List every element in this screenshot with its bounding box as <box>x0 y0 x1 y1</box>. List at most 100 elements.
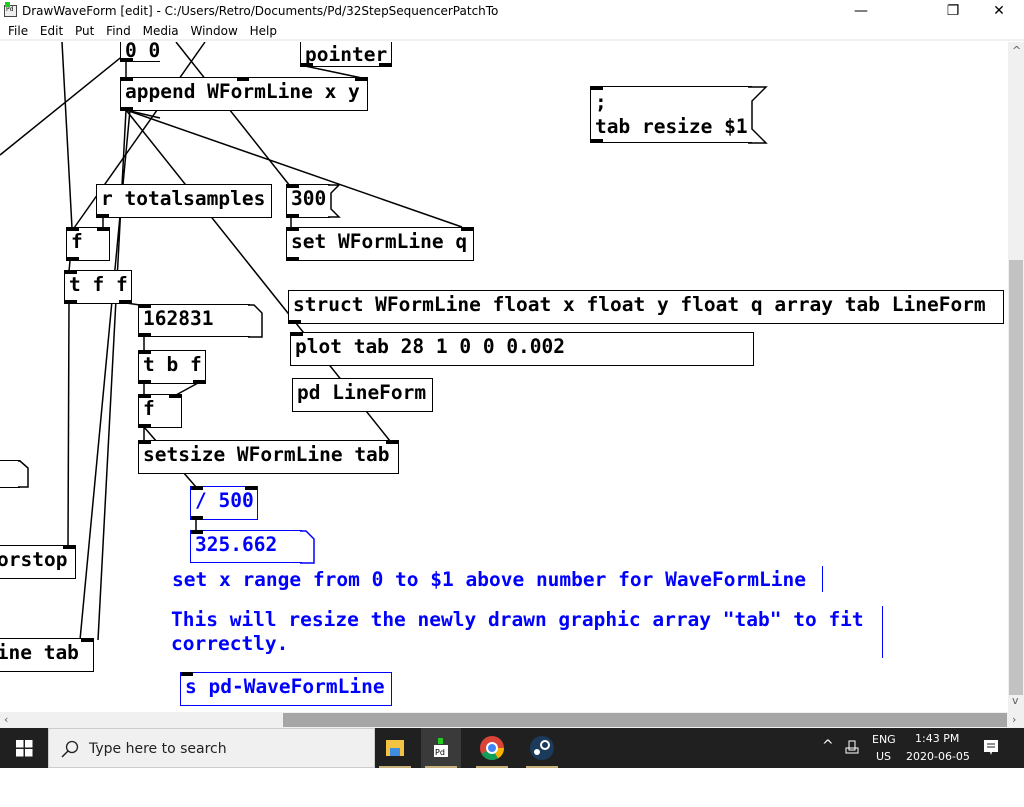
object-f[interactable]: f <box>66 227 110 261</box>
show-hidden-icons-icon[interactable]: ^ <box>822 738 834 754</box>
pure-data-taskbar-icon[interactable]: Pd <box>421 728 461 768</box>
patch-canvas[interactable]: 0 0 pointer append WFormLine x y ; tab re… <box>0 42 1008 712</box>
outlet[interactable] <box>289 320 301 324</box>
language-indicator[interactable]: ENG <box>872 733 896 746</box>
language-region[interactable]: US <box>876 750 891 763</box>
object-send-wformline[interactable]: s pd-WaveFormLine <box>180 672 392 706</box>
taskbar-search-box[interactable]: Type here to search <box>48 728 375 768</box>
object-f[interactable]: f <box>138 394 182 428</box>
object-orstop[interactable]: orstop <box>0 545 76 579</box>
horizontal-scroll-thumb[interactable] <box>283 713 1007 727</box>
object-divide-500[interactable]: / 500 <box>190 486 258 520</box>
inlet[interactable] <box>63 545 75 549</box>
close-button[interactable]: ✕ <box>976 0 1022 22</box>
file-explorer-icon[interactable] <box>375 728 415 768</box>
object-text: s pd-WaveFormLine <box>185 675 385 698</box>
inlet[interactable] <box>237 77 249 81</box>
inlet[interactable] <box>67 227 79 231</box>
inlet[interactable] <box>355 77 367 81</box>
inlet[interactable] <box>139 304 151 308</box>
inlet[interactable] <box>97 227 109 231</box>
object-plot[interactable]: plot tab 28 1 0 0 0.002 <box>290 332 754 366</box>
comment-range[interactable]: set x range from 0 to $1 above number fo… <box>172 568 806 592</box>
message-box[interactable]: 0 0 <box>120 42 160 62</box>
inlet[interactable] <box>81 638 93 642</box>
inlet[interactable] <box>65 270 77 274</box>
message-line: ; <box>595 91 607 114</box>
number-box-162831[interactable]: 162831 <box>138 304 250 337</box>
clock-date[interactable]: 2020-06-05 <box>906 750 970 763</box>
outlet[interactable] <box>121 58 133 62</box>
vertical-scroll-thumb[interactable] <box>1009 260 1023 695</box>
message-tab-resize[interactable]: ; tab resize $1 <box>590 86 752 143</box>
vertical-scrollbar[interactable]: ^ v <box>1008 42 1024 712</box>
object-r-totalsamples[interactable]: r totalsamples <box>96 184 272 218</box>
object-pointer[interactable]: pointer <box>300 42 392 67</box>
comment-width-handle[interactable] <box>822 566 823 592</box>
outlet[interactable] <box>591 139 603 143</box>
inlet[interactable] <box>181 672 193 676</box>
outlet[interactable] <box>301 63 313 67</box>
comment-resize[interactable]: This will resize the newly drawn graphic… <box>171 608 864 656</box>
inlet[interactable] <box>139 350 151 354</box>
menu-file[interactable]: File <box>8 22 28 41</box>
outlet[interactable] <box>65 300 77 304</box>
scroll-right-icon[interactable]: › <box>1012 713 1016 726</box>
outlet[interactable] <box>287 214 299 218</box>
menu-put[interactable]: Put <box>75 22 94 41</box>
object-pd-lineform[interactable]: pd LineForm <box>292 378 433 412</box>
menu-media[interactable]: Media <box>143 22 179 41</box>
inlet[interactable] <box>139 440 151 444</box>
minimize-button[interactable]: — <box>838 0 884 22</box>
comment-width-handle[interactable] <box>882 606 883 658</box>
horizontal-scrollbar[interactable]: ‹ › <box>0 712 1024 728</box>
object-set-wformline-q[interactable]: set WFormLine q <box>286 227 474 261</box>
outlet[interactable] <box>139 424 151 428</box>
outlet[interactable] <box>139 333 151 337</box>
outlet[interactable] <box>121 107 133 111</box>
message-300[interactable]: 300 <box>286 184 330 218</box>
outlet[interactable] <box>119 300 131 304</box>
object-append[interactable]: append WFormLine x y <box>120 77 368 111</box>
outlet[interactable] <box>193 380 205 384</box>
outlet[interactable] <box>287 257 299 261</box>
clock-time[interactable]: 1:43 PM <box>915 732 959 745</box>
object-t-f-f[interactable]: t f f <box>64 270 132 304</box>
scroll-up-icon[interactable]: ^ <box>1012 44 1021 57</box>
inlet[interactable] <box>591 86 603 90</box>
inlet[interactable] <box>287 184 299 188</box>
menu-window[interactable]: Window <box>190 22 237 41</box>
outlet[interactable] <box>97 214 109 218</box>
maximize-button[interactable]: ❐ <box>930 0 976 22</box>
inlet[interactable] <box>461 227 473 231</box>
network-icon[interactable] <box>845 740 861 756</box>
windows-start-icon[interactable] <box>16 740 33 757</box>
object-t-b-f[interactable]: t b f <box>138 350 206 384</box>
outlet[interactable] <box>67 257 79 261</box>
scroll-down-icon[interactable]: v <box>1012 694 1019 707</box>
menu-help[interactable]: Help <box>250 22 277 41</box>
inlet[interactable] <box>291 332 303 336</box>
inlet[interactable] <box>287 227 299 231</box>
scroll-left-icon[interactable]: ‹ <box>4 713 8 726</box>
outlet[interactable] <box>379 63 391 67</box>
inlet[interactable] <box>191 486 203 490</box>
inlet[interactable] <box>121 77 133 81</box>
inlet[interactable] <box>245 486 257 490</box>
steam-icon[interactable] <box>522 728 562 768</box>
inlet[interactable] <box>139 394 151 398</box>
menu-find[interactable]: Find <box>106 22 131 41</box>
menu-edit[interactable]: Edit <box>40 22 63 41</box>
outlet[interactable] <box>139 380 151 384</box>
inlet[interactable] <box>169 394 181 398</box>
notifications-icon[interactable] <box>983 739 999 757</box>
object-struct[interactable]: struct WFormLine float x float y float q… <box>288 290 1004 324</box>
outlet[interactable] <box>191 516 203 520</box>
cut-off-atom[interactable] <box>0 460 20 488</box>
object-line-tab[interactable]: Line tab <box>0 638 94 672</box>
number-box-325[interactable]: 325.662 <box>190 530 302 563</box>
object-setsize[interactable]: setsize WFormLine tab <box>138 440 399 474</box>
inlet[interactable] <box>191 530 203 534</box>
inlet[interactable] <box>386 440 398 444</box>
chrome-icon[interactable] <box>472 728 512 768</box>
